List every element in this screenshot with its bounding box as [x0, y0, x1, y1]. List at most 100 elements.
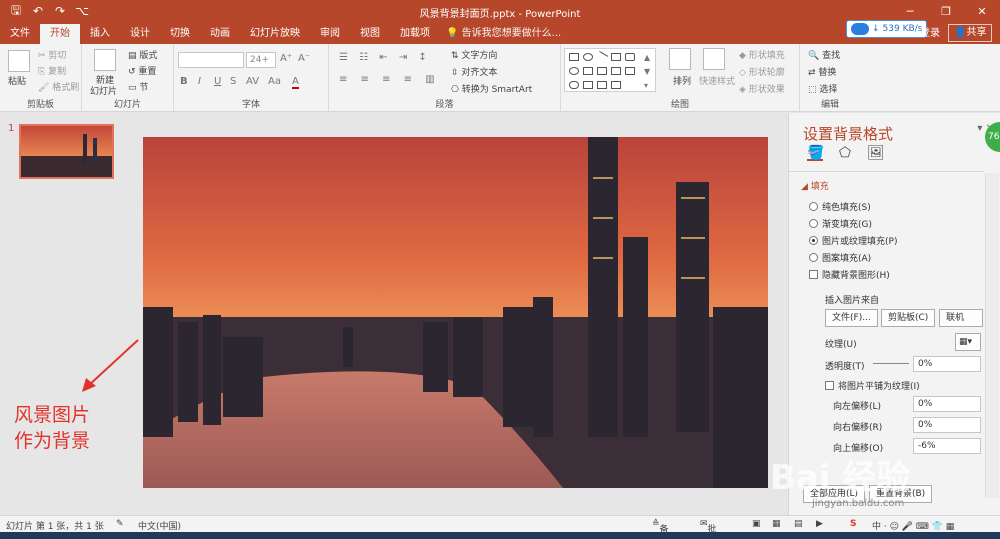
font-color-button[interactable]: A	[292, 76, 299, 89]
fill-section-header[interactable]: ◢ 填充	[801, 179, 829, 192]
hide-bg-graphics-checkbox[interactable]	[809, 270, 818, 279]
slide-sorter-icon[interactable]: ▦	[772, 519, 781, 529]
shape-outline-button[interactable]: ◇ 形状轮廓	[739, 65, 785, 78]
freeform-shape-icon[interactable]	[611, 81, 621, 89]
file-button[interactable]: 文件(F)...	[825, 309, 878, 327]
format-painter-button[interactable]: 🖌 格式刷	[38, 80, 79, 93]
font-name-combo[interactable]	[178, 52, 244, 68]
strikethrough-button[interactable]: S	[230, 76, 236, 87]
picture-fill-radio[interactable]	[809, 236, 818, 245]
arrow-shape-icon[interactable]	[597, 67, 607, 75]
save-icon[interactable]: 🖫	[8, 1, 24, 22]
font-size-combo[interactable]: 24+	[246, 52, 276, 68]
picture-fill-option[interactable]: 图片或纹理填充(P)	[809, 234, 897, 247]
tab-slideshow[interactable]: 幻灯片放映	[240, 24, 310, 44]
reset-button[interactable]: ↺ 重置	[128, 64, 156, 77]
arrange-button[interactable]: 排列	[673, 74, 691, 87]
solid-fill-option[interactable]: 纯色填充(S)	[809, 200, 871, 213]
normal-view-icon[interactable]: ▣	[752, 519, 761, 529]
copy-button[interactable]: ⎘ 复制	[38, 64, 66, 77]
gradient-fill-option[interactable]: 渐变填充(G)	[809, 217, 872, 230]
tell-me-box[interactable]: 💡 告诉我您想要做什么...	[446, 24, 561, 44]
language-indicator[interactable]: 中文(中国)	[138, 519, 181, 532]
find-button[interactable]: 🔍 查找	[808, 48, 840, 61]
tab-transitions[interactable]: 切换	[160, 24, 200, 44]
reading-view-icon[interactable]: ▤	[794, 519, 803, 529]
offset-right-input[interactable]: 0%	[913, 417, 981, 433]
offset-left-input[interactable]: 0%	[913, 396, 981, 412]
picture-icon[interactable]: 🖼	[867, 145, 885, 161]
slide-canvas[interactable]	[143, 137, 768, 488]
star-shape-icon[interactable]	[625, 67, 635, 75]
textbox-shape-icon[interactable]	[611, 53, 621, 61]
convert-smartart-button[interactable]: ⎔ 转换为 SmartArt	[451, 82, 532, 95]
comments-button[interactable]: ✉ 批注	[700, 519, 717, 539]
tab-insert[interactable]: 插入	[80, 24, 120, 44]
shapes-gallery[interactable]: ▲ ▼ ▾	[564, 48, 656, 92]
new-slide-button-line2[interactable]: 幻灯片	[90, 84, 117, 97]
char-spacing-button[interactable]: AV	[246, 76, 259, 87]
triangle-shape-icon[interactable]	[583, 67, 593, 75]
tab-file[interactable]: 文件	[0, 24, 40, 44]
tab-animations[interactable]: 动画	[200, 24, 240, 44]
rounded-rect-shape-icon[interactable]	[625, 53, 635, 61]
curve-shape-icon[interactable]	[569, 81, 579, 89]
undo-icon[interactable]: ↶	[30, 4, 46, 18]
gallery-scroll-icon[interactable]: ▲ ▼ ▾	[644, 51, 650, 93]
transparency-input[interactable]: 0%	[913, 356, 981, 372]
texture-picker-icon[interactable]: ▦▾	[955, 333, 981, 351]
bold-button[interactable]: B	[180, 76, 188, 87]
pattern-fill-option[interactable]: 图案填充(A)	[809, 251, 871, 264]
line-shape-icon[interactable]	[595, 51, 609, 63]
grow-font-icon[interactable]: A⁺	[280, 53, 292, 64]
solid-fill-radio[interactable]	[809, 202, 818, 211]
shrink-font-icon[interactable]: A⁻	[298, 53, 310, 64]
close-button[interactable]: ✕	[964, 0, 1000, 22]
new-slide-icon[interactable]	[94, 49, 116, 71]
maximize-button[interactable]: ❐	[928, 0, 964, 22]
spellcheck-icon[interactable]: ✎	[116, 519, 124, 529]
underline-button[interactable]: U	[214, 76, 221, 87]
ime-icon[interactable]: S	[850, 519, 856, 529]
hide-bg-graphics-option[interactable]: 隐藏背景图形(H)	[809, 268, 890, 281]
replace-button[interactable]: ⇄ 替换	[808, 65, 836, 78]
italic-button[interactable]: I	[198, 76, 201, 87]
pane-scrollbar[interactable]	[985, 173, 999, 498]
layout-button[interactable]: ▤ 版式	[128, 48, 157, 61]
shape-fill-button[interactable]: ◆ 形状填充	[739, 48, 785, 61]
clipboard-button[interactable]: 剪贴板(C)	[881, 309, 936, 327]
section-button[interactable]: ▭ 节	[128, 80, 148, 93]
cut-button[interactable]: ✂ 剪切	[38, 48, 66, 61]
alignment-icons[interactable]: ≡ ≡ ≡ ≡ ▥	[339, 74, 440, 85]
brace-shape-icon[interactable]	[583, 81, 593, 89]
tab-addins[interactable]: 加载项	[390, 24, 440, 44]
tab-view[interactable]: 视图	[350, 24, 390, 44]
oval-shape-icon[interactable]	[583, 53, 593, 61]
notes-button[interactable]: ≙ 备注	[652, 519, 669, 539]
shape-effects-button[interactable]: ◈ 形状效果	[739, 82, 785, 95]
pattern-fill-radio[interactable]	[809, 253, 818, 262]
select-button[interactable]: ⬚ 选择	[808, 82, 837, 95]
tab-design[interactable]: 设计	[120, 24, 160, 44]
login-link[interactable]: 登录	[920, 26, 940, 42]
bullets-numbering-icons[interactable]: ☰ ☷ ⇤ ⇥ ↕	[339, 52, 431, 63]
offset-top-input[interactable]: -6%	[913, 438, 981, 454]
gradient-fill-radio[interactable]	[809, 219, 818, 228]
redo-icon[interactable]: ↷	[52, 4, 68, 18]
transparency-slider[interactable]	[873, 363, 909, 364]
start-from-beginning-icon[interactable]: ⌥	[74, 4, 90, 18]
quick-styles-button[interactable]: 快速样式	[699, 74, 735, 87]
slide-thumbnail[interactable]	[19, 124, 114, 179]
change-case-button[interactable]: Aa	[268, 76, 281, 87]
ime-toolbar-icons[interactable]: 中 · ☺ 🎤 ⌨ 👕 ▦	[872, 519, 954, 532]
pentagon-effects-icon[interactable]: ⬠	[837, 145, 853, 161]
share-button[interactable]: 👤共享	[948, 24, 993, 42]
bracket-shape-icon[interactable]	[611, 67, 621, 75]
circle-shape-icon[interactable]	[569, 67, 579, 75]
paste-button[interactable]: 粘贴	[8, 74, 26, 87]
slideshow-view-icon[interactable]: ▶	[816, 519, 823, 529]
fill-bucket-icon[interactable]: 🪣	[807, 145, 824, 161]
tab-home[interactable]: 开始	[40, 24, 80, 44]
minimize-button[interactable]: ─	[892, 0, 928, 22]
online-button[interactable]: 联机(E)...	[939, 309, 983, 327]
